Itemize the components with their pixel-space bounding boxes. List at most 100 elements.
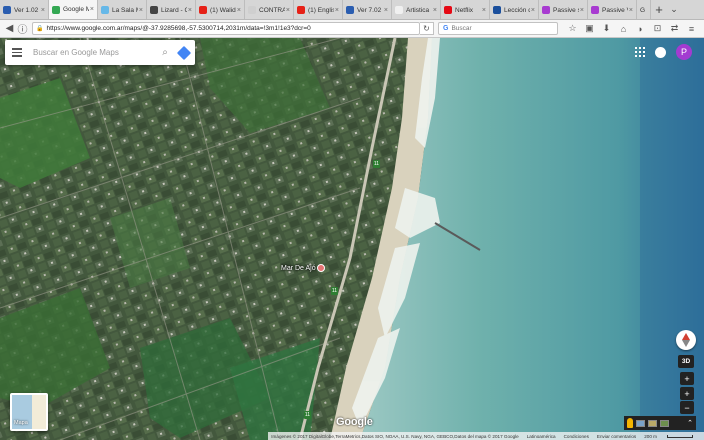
browser-toolbar: ◀ ⓘ 🔒 https://www.google.com.ar/maps/@-3… xyxy=(0,20,704,38)
tab-10[interactable]: Lección de× xyxy=(490,0,539,19)
search-icon[interactable]: ⌕ xyxy=(157,47,173,58)
sync-icon[interactable]: ⇄ xyxy=(666,23,683,34)
tab-label: (1) English xyxy=(308,6,334,14)
tab-label: CONTRA-REL xyxy=(259,6,285,14)
tab-label: Netflix xyxy=(455,6,474,14)
expand-chevron-icon[interactable]: ⌃ xyxy=(687,419,693,427)
tab-close-icon[interactable]: × xyxy=(286,7,290,14)
zoom-out-button[interactable]: − xyxy=(680,401,694,414)
tab-4[interactable]: (1) Walid × xyxy=(196,0,245,19)
tab-13[interactable]: G xyxy=(637,0,651,19)
browser-search-box[interactable]: G Buscar xyxy=(438,22,558,35)
zoom-in-button[interactable]: + xyxy=(680,372,694,385)
url-text: https://www.google.com.ar/maps/@-37.9285… xyxy=(46,25,311,32)
tab-close-icon[interactable]: × xyxy=(41,7,45,14)
region-link[interactable]: Latinoamérica xyxy=(527,434,556,439)
avatar[interactable]: P xyxy=(676,44,692,60)
screenshot-icon[interactable]: ⊡ xyxy=(649,23,666,34)
route-shield: 11 xyxy=(304,411,311,419)
lock-icon: 🔒 xyxy=(36,26,44,32)
menu-icon[interactable]: ≡ xyxy=(683,24,700,34)
tab-label: (1) Walid xyxy=(210,6,236,14)
pocket-icon[interactable]: ◗ xyxy=(632,24,649,34)
imagery-credit: Imágenes © 2017 DigitalGlobe,TerraMetric… xyxy=(271,433,519,439)
tab-3[interactable]: Lizard - Cal× xyxy=(147,0,196,19)
tab-11[interactable]: Passive sen× xyxy=(539,0,588,19)
info-icon[interactable]: ⓘ xyxy=(16,22,29,36)
tab-6[interactable]: (1) English × xyxy=(294,0,343,19)
tab-favicon-icon xyxy=(101,6,109,14)
directions-icon[interactable] xyxy=(173,45,195,60)
tab-label: La Sala Ma xyxy=(112,6,138,14)
terms-link[interactable]: Condiciones xyxy=(564,434,589,439)
tab-0[interactable]: Ver 1.02 Li× xyxy=(0,0,49,19)
download-icon[interactable]: ⬇ xyxy=(598,23,615,34)
tab-label: Ver 7.02 T xyxy=(357,6,383,14)
tab-close-icon[interactable]: × xyxy=(433,7,437,14)
map-type-toggle[interactable]: Mapa xyxy=(10,393,48,431)
tab-favicon-icon xyxy=(3,6,11,14)
notifications-icon[interactable] xyxy=(655,46,666,58)
address-bar[interactable]: 🔒 https://www.google.com.ar/maps/@-37.92… xyxy=(32,22,420,35)
tab-close-icon[interactable]: × xyxy=(384,7,388,14)
pegman-icon[interactable] xyxy=(627,418,633,428)
tab-close-icon[interactable]: × xyxy=(580,7,584,14)
zoom-in-button[interactable]: + xyxy=(680,387,694,400)
photo-thumbnail[interactable] xyxy=(660,419,669,427)
tab-close-icon[interactable]: × xyxy=(188,7,192,14)
tab-list-chevron-icon[interactable]: ⌄ xyxy=(667,0,681,19)
reload-icon[interactable]: ↻ xyxy=(420,22,434,35)
street-view-strip[interactable]: ⌃ xyxy=(624,416,696,430)
tab-close-icon[interactable]: × xyxy=(335,7,339,14)
tab-label: Google M xyxy=(63,6,89,13)
satellite-map[interactable]: 11 11 11 xyxy=(0,38,704,440)
3d-button[interactable]: 3D xyxy=(678,355,694,368)
scale-bar xyxy=(667,434,693,438)
tab-bar: Ver 1.02 Li× Google M× La Sala Ma× Lizar… xyxy=(0,0,704,20)
maps-search-box[interactable]: Buscar en Google Maps ⌕ xyxy=(5,40,195,65)
thumbnail-land xyxy=(32,395,46,429)
tab-favicon-icon xyxy=(52,5,60,14)
tab-7[interactable]: Ver 7.02 T× xyxy=(343,0,392,19)
back-arrow-icon[interactable]: ◀ xyxy=(3,22,16,36)
google-g-icon: G xyxy=(443,25,449,32)
tab-close-icon[interactable]: × xyxy=(629,7,633,14)
tab-label: Passive Vo xyxy=(602,6,628,14)
tab-favicon-icon xyxy=(395,6,403,14)
tab-2[interactable]: La Sala Ma× xyxy=(98,0,147,19)
tab-1[interactable]: Google M × xyxy=(49,0,98,19)
tab-close-icon[interactable]: × xyxy=(531,7,535,14)
map-credits: Imágenes © 2017 DigitalGlobe,TerraMetric… xyxy=(268,432,704,440)
tab-close-icon[interactable]: × xyxy=(237,7,241,14)
photo-thumbnail[interactable] xyxy=(648,419,657,427)
tab-12[interactable]: Passive Vo× xyxy=(588,0,637,19)
tab-favicon-icon xyxy=(150,6,158,14)
feedback-link[interactable]: Enviar comentarios xyxy=(597,434,636,439)
tab-favicon-icon xyxy=(248,6,256,14)
place-pin-icon[interactable] xyxy=(317,264,325,272)
maps-search-input[interactable]: Buscar en Google Maps xyxy=(29,48,157,57)
tab-close-icon[interactable]: × xyxy=(90,6,94,13)
tab-9[interactable]: Netflix × xyxy=(441,0,490,19)
tab-label: Lección de xyxy=(504,6,530,14)
apps-grid-icon[interactable] xyxy=(635,47,645,57)
tab-close-icon[interactable]: × xyxy=(139,7,143,14)
photo-thumbnail[interactable] xyxy=(636,419,645,427)
map-type-label: Mapa xyxy=(14,420,28,426)
scale-label: 200 m xyxy=(644,433,657,439)
star-icon[interactable]: ☆ xyxy=(564,23,581,34)
tab-5[interactable]: CONTRA-REL× xyxy=(245,0,294,19)
tab-8[interactable]: Artistica × xyxy=(392,0,441,19)
tab-favicon-icon xyxy=(591,6,599,14)
route-shield: 11 xyxy=(373,160,380,168)
reading-list-icon[interactable]: ▣ xyxy=(581,23,598,34)
place-label[interactable]: Mar De Ajó xyxy=(281,265,316,272)
hamburger-menu-icon[interactable] xyxy=(5,48,29,57)
home-icon[interactable]: ⌂ xyxy=(615,24,632,34)
compass-needle-icon xyxy=(682,333,690,347)
compass-icon[interactable] xyxy=(676,330,696,350)
tab-favicon-icon xyxy=(493,6,501,14)
new-tab-button[interactable]: + xyxy=(651,0,667,19)
tab-close-icon[interactable]: × xyxy=(482,7,486,14)
browser-search-placeholder: Buscar xyxy=(451,25,472,32)
